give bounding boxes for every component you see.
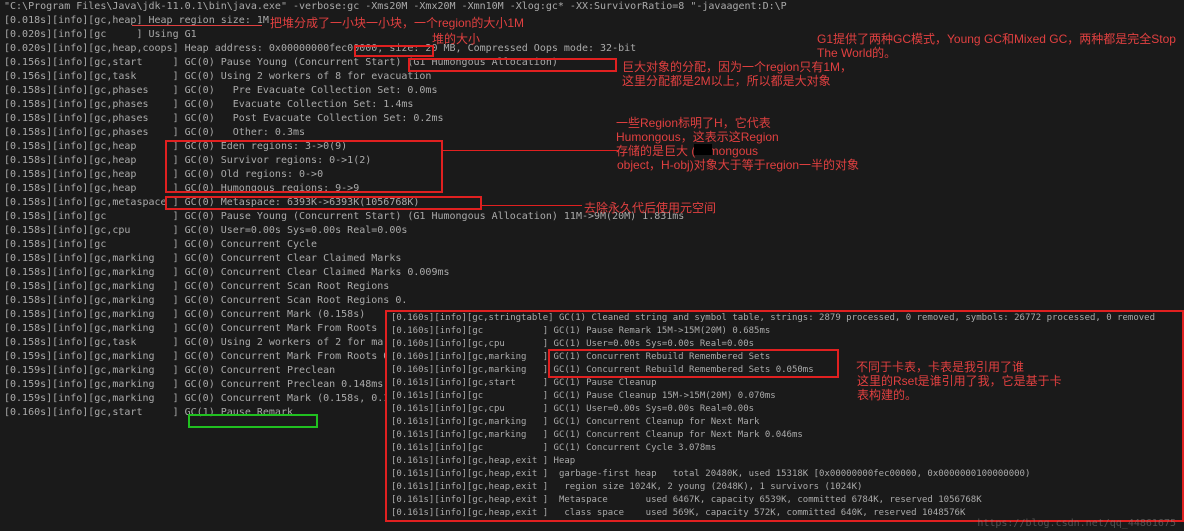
panel-log-line: [0.161s][info][gc,marking ] GC(1) Concur… [387, 416, 1182, 429]
log-line: [0.158s][info][gc,marking ] GC(0) Concur… [0, 252, 1184, 266]
annotation-h-region-3: 存储的是巨大 (humongous [616, 144, 758, 158]
watermark: https://blog.csdn.net/qq_44861675 [977, 518, 1176, 529]
annotation-rset-2: 这里的Rset是谁引用了我，它是基于卡 [857, 374, 1062, 388]
panel-log-line: [0.161s][info][gc,cpu ] GC(1) User=0.00s… [387, 403, 1182, 416]
log-line: [0.158s][info][gc,phases ] GC(0) Post Ev… [0, 112, 1184, 126]
annotation-h-region-1: 一些Region标明了H，它代表 [616, 116, 771, 130]
annotation-h-region-4: object，H-obj)对象大于等于region一半的对象 [617, 158, 859, 172]
panel-log-line: [0.160s][info][gc,marking ] GC(1) Concur… [387, 351, 1182, 364]
annotation-metaspace: 去除永久代后使用元空间 [584, 201, 716, 215]
panel-log-line: [0.161s][info][gc,heap,exit ] region siz… [387, 481, 1182, 494]
log-line: [0.158s][info][gc,marking ] GC(0) Concur… [0, 266, 1184, 280]
censor-blob [694, 144, 712, 155]
panel-log-line: [0.161s][info][gc,heap,exit ] garbage-fi… [387, 468, 1182, 481]
panel-log-line: [0.160s][info][gc,stringtable] GC(1) Cle… [387, 312, 1182, 325]
annotation-rset-1: 不同于卡表，卡表是我引用了谁 [856, 360, 1024, 374]
annotation-heap-size: 堆的大小 [432, 32, 480, 46]
log-line: [0.158s][info][gc,cpu ] GC(0) User=0.00s… [0, 224, 1184, 238]
panel-log-line: [0.160s][info][gc ] GC(1) Pause Remark 1… [387, 325, 1182, 338]
log-line: [0.158s][info][gc,marking ] GC(0) Concur… [0, 294, 1184, 308]
panel-log-line: [0.161s][info][gc,marking ] GC(1) Concur… [387, 429, 1182, 442]
annotation-humongous-alloc-2: 这里分配都是2M以上，所以都是大对象 [622, 74, 831, 88]
log-line: [0.156s][info][gc,task ] GC(0) Using 2 w… [0, 70, 1184, 84]
panel-log-line: [0.161s][info][gc ] GC(1) Concurrent Cyc… [387, 442, 1182, 455]
panel-log-line: [0.160s][info][gc,cpu ] GC(1) User=0.00s… [387, 338, 1182, 351]
annotation-h-region-2: Humongous，这表示这Region [616, 130, 779, 144]
panel-log-line: [0.160s][info][gc,marking ] GC(1) Concur… [387, 364, 1182, 377]
log-line: [0.158s][info][gc,heap ] GC(0) Survivor … [0, 154, 1184, 168]
log-line: [0.158s][info][gc,phases ] GC(0) Other: … [0, 126, 1184, 140]
secondary-log-panel: [0.160s][info][gc,stringtable] GC(1) Cle… [385, 310, 1184, 522]
annotation-humongous-alloc-1: 巨大对象的分配，因为一个region只有1M， [622, 60, 852, 74]
panel-log-line: [0.161s][info][gc,heap,exit ] Metaspace … [387, 494, 1182, 507]
log-line: [0.158s][info][gc,phases ] GC(0) Evacuat… [0, 98, 1184, 112]
log-line: [0.158s][info][gc,heap ] GC(0) Humongous… [0, 182, 1184, 196]
log-line: [0.018s][info][gc,heap] Heap region size… [0, 14, 1184, 28]
log-line: [0.158s][info][gc,heap ] GC(0) Old regio… [0, 168, 1184, 182]
panel-log-line: [0.161s][info][gc,heap,exit ] Heap [387, 455, 1182, 468]
cmd-line: "C:\Program Files\Java\jdk-11.0.1\bin\ja… [0, 0, 1184, 14]
log-line: [0.158s][info][gc ] GC(0) Concurrent Cyc… [0, 238, 1184, 252]
panel-log-line: [0.161s][info][gc,start ] GC(1) Pause Cl… [387, 377, 1182, 390]
annotation-rset-3: 表构建的。 [857, 388, 917, 402]
log-line: [0.158s][info][gc,heap ] GC(0) Eden regi… [0, 140, 1184, 154]
panel-log-line: [0.161s][info][gc ] GC(1) Pause Cleanup … [387, 390, 1182, 403]
log-line: [0.158s][info][gc,phases ] GC(0) Pre Eva… [0, 84, 1184, 98]
annotation-region-size: 把堆分成了一小块一小块，一个region的大小1M [270, 16, 524, 30]
annotation-gc-modes: G1提供了两种GC模式，Young GC和Mixed GC，两种都是完全Stop… [817, 32, 1177, 60]
log-line: [0.158s][info][gc,marking ] GC(0) Concur… [0, 280, 1184, 294]
